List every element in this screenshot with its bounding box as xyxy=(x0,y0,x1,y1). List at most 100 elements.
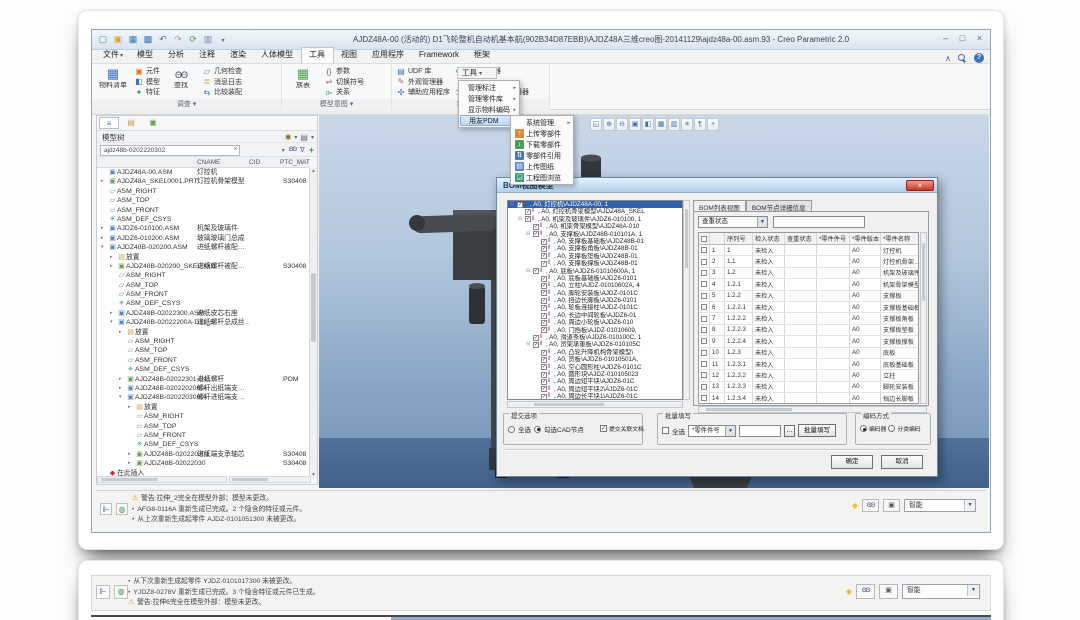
checkbox-linked-docs[interactable]: ✓ xyxy=(600,425,607,432)
table-row[interactable]: 12 1.2.3.2 未检入 A0 立柱 AJDZ-C xyxy=(699,370,918,381)
tree-horizontal-scrollbar[interactable] xyxy=(97,476,227,483)
tree-row[interactable]: ▸ 放置 xyxy=(97,253,309,262)
expander-icon[interactable]: ⊟ xyxy=(526,268,532,275)
web-icon[interactable] xyxy=(116,503,128,515)
tree-vertical-scrollbar[interactable]: ▲▼ xyxy=(309,168,317,478)
tree-row[interactable]: ASM_DEF_CSYS xyxy=(97,299,309,308)
table-row[interactable]: 11 1.2.3.1 未检入 A0 底板基础板 AJDZ6- xyxy=(699,359,918,370)
aux-applications-button[interactable]: 辅助应用程序 xyxy=(396,87,450,97)
bom-tree-row[interactable]: ⊟ ✓ ‖ , A0, 灯控机\AJDZ48A-00, 1 xyxy=(508,201,682,208)
ribbon-tab[interactable]: 框架 xyxy=(467,48,498,63)
tree-row[interactable]: ▸ AJDZ48A_SKEL0001.PRT 灯控机骨架模型 S30408 xyxy=(97,177,309,186)
bom-tree-row[interactable]: ✓ ‖ , A0, 周边小轮板\AJDZ6-010 xyxy=(508,319,682,326)
tree-row[interactable]: ▸ AJDZ6-010200.ASM 玻璃玻璃门总成 xyxy=(97,234,309,243)
checkbox[interactable]: ✓ xyxy=(541,320,547,326)
checkbox[interactable]: ✓ xyxy=(541,327,547,333)
model-button[interactable]: 模型 xyxy=(134,77,160,87)
tree-row[interactable]: ASM_RIGHT xyxy=(97,412,309,421)
expander-icon[interactable]: ▸ xyxy=(110,262,117,271)
checkbox[interactable]: ✓ xyxy=(541,386,547,392)
parameters-button[interactable]: 参数 xyxy=(324,66,364,76)
submenu-item[interactable]: 上传零部件 xyxy=(512,128,572,139)
tree-row[interactable]: ▾ AJDZ48B-020220300.A 螺杆进纸端支… xyxy=(97,393,309,402)
tree-row[interactable]: ASM_TOP xyxy=(97,422,309,431)
qat-icon[interactable] xyxy=(217,33,229,46)
qat-icon[interactable] xyxy=(187,33,199,46)
selection-filter-dropdown[interactable]: 智能▼ xyxy=(902,584,980,599)
checkbox[interactable]: ✓ xyxy=(541,364,547,370)
find-icon[interactable]: ΘΘ xyxy=(289,147,296,153)
checkbox[interactable]: ✓ xyxy=(541,239,547,245)
tree-row[interactable]: ▾ AJDZ48B-02022200A-D11_5 进纸螺杆总成丝… xyxy=(97,318,309,327)
expander-icon[interactable]: ▸ xyxy=(110,309,117,318)
table-row[interactable]: 14 1.2.3.4 未检入 A0 挡边长脚板 AJDZ6- xyxy=(699,393,918,404)
bom-tree-row[interactable]: ✓ ‖ , A0, 支撑板撑板\AJDZ48B-01 xyxy=(508,260,682,267)
row-checkbox[interactable] xyxy=(701,327,707,333)
model-tree-tab[interactable] xyxy=(99,117,119,129)
ribbon-tab[interactable]: 应用程序 xyxy=(365,48,412,63)
chevron-down-icon[interactable]: ▾ xyxy=(282,147,285,154)
qat-icon[interactable] xyxy=(142,33,154,46)
row-checkbox[interactable] xyxy=(701,281,707,287)
tree-row[interactable]: ASM_FRONT xyxy=(97,290,309,299)
browse-button[interactable]: … xyxy=(784,425,795,437)
chevron-down-icon[interactable]: ▾ xyxy=(294,134,297,141)
tree-row[interactable]: ▸ AJDZ48B-020220301 进纸端支承轴芯 S30408 xyxy=(97,450,309,459)
menu-item[interactable]: 管理零件库▸ xyxy=(460,93,518,104)
bom-tree-row[interactable]: ⊟ ✓ ‖ , A0, 支撑板\AJDZ48B-010101A, 1 xyxy=(508,231,682,238)
table-row[interactable]: 4 1.2.1 未检入 A0 机架骨架模型 AJDZ48 xyxy=(699,279,918,290)
message-flag-icon[interactable] xyxy=(100,503,112,515)
qat-icon[interactable] xyxy=(127,33,139,46)
checkbox[interactable]: ✓ xyxy=(541,372,547,378)
tree-row[interactable]: ▸ AJDZ48B-020220200.A 螺杆出纸端支… xyxy=(97,384,309,393)
collapse-ribbon-icon[interactable]: ∧ xyxy=(945,54,951,63)
column-header[interactable]: 检入状态 xyxy=(753,233,785,244)
ribbon-tab[interactable]: 分析 xyxy=(161,48,192,63)
ribbon-tab[interactable]: 渲染 xyxy=(223,48,254,63)
group-label[interactable]: 模型意图 ▾ xyxy=(282,99,391,110)
graphics-tool-button[interactable] xyxy=(616,118,628,131)
column-header[interactable]: CNAME xyxy=(197,157,220,168)
table-row[interactable]: 3 1.2 未检入 A0 机架及玻璃件 AJDZ6- xyxy=(699,268,918,279)
tree-row[interactable]: ▸ AJDZ48B-02022030 S30408 xyxy=(97,459,309,468)
expander-icon[interactable]: ▸ xyxy=(110,253,117,262)
table-row[interactable]: 13 1.2.3.3 未检入 A0 脚轮安装板 AJDZ-C xyxy=(699,382,918,393)
bom-tree-row[interactable]: ✓ ‖ , A0, 圆形块\AJDZ-010105023 xyxy=(508,371,682,378)
ribbon-tab[interactable]: 工具 xyxy=(301,47,334,63)
bom-tree-row[interactable]: ⊟ ✓ ‖ , A0, 货架承重板\AJDZ6-010105C xyxy=(508,341,682,348)
checkbox[interactable]: ✓ xyxy=(541,276,547,282)
feature-button[interactable]: 特征 xyxy=(134,87,160,97)
table-row[interactable]: 5 1.2.2 未检入 A0 支撑板 AJDZ48 xyxy=(699,291,918,302)
submenu-item[interactable]: 下载零部件 xyxy=(512,139,572,150)
tree-row[interactable]: ▸ 放置 xyxy=(97,328,309,337)
tree-row[interactable]: ASM_TOP xyxy=(97,281,309,290)
family-table-button[interactable]: 族表 xyxy=(286,66,320,90)
tree-show-icon[interactable] xyxy=(300,133,308,142)
checkbox[interactable]: ✓ xyxy=(541,350,547,356)
column-header[interactable]: 查重状态 xyxy=(785,233,817,244)
find-button[interactable]: 查找 xyxy=(164,66,198,90)
filter-input[interactable] xyxy=(773,216,865,228)
help-icon[interactable]: ? xyxy=(974,53,984,63)
checkbox[interactable]: ✓ xyxy=(541,261,547,267)
tree-row[interactable]: ASM_RIGHT xyxy=(97,187,309,196)
add-filter-icon[interactable]: + xyxy=(309,145,314,155)
tree-row[interactable]: AJDZ48A-00.ASM 灯控机 xyxy=(97,168,309,177)
tree-row[interactable]: ASM_FRONT xyxy=(97,431,309,440)
select-box-button[interactable] xyxy=(883,499,900,512)
radio-select-all[interactable] xyxy=(508,426,515,433)
tree-row[interactable]: ASM_DEF_CSYS xyxy=(97,215,309,224)
checkbox[interactable]: ✓ xyxy=(541,357,547,363)
tree-row[interactable]: ▸ AJDZ48B-020200_SKEL0001 进纸螺杆被配… S30408 xyxy=(97,262,309,271)
tree-row[interactable]: ASM_FRONT xyxy=(97,206,309,215)
favorites-tab[interactable] xyxy=(143,117,163,129)
tree-row[interactable]: ASM_TOP xyxy=(97,196,309,205)
tree-row[interactable]: ASM_RIGHT xyxy=(97,337,309,346)
bom-tree-row[interactable]: ✓ ‖ , A0, 门挡板\AJDZ-01010609, xyxy=(508,327,682,334)
menu-item[interactable]: 管理标注▸ xyxy=(460,82,518,93)
bom-tree-row[interactable]: ✓ ‖ , A0, 脚轮安装板\AJDZ-0101C xyxy=(508,290,682,297)
row-checkbox[interactable] xyxy=(701,338,707,344)
expander-icon[interactable]: ▾ xyxy=(101,243,108,252)
tree-row[interactable]: ASM_DEF_CSYS xyxy=(97,365,309,374)
tree-row[interactable]: ASM_FRONT xyxy=(97,356,309,365)
